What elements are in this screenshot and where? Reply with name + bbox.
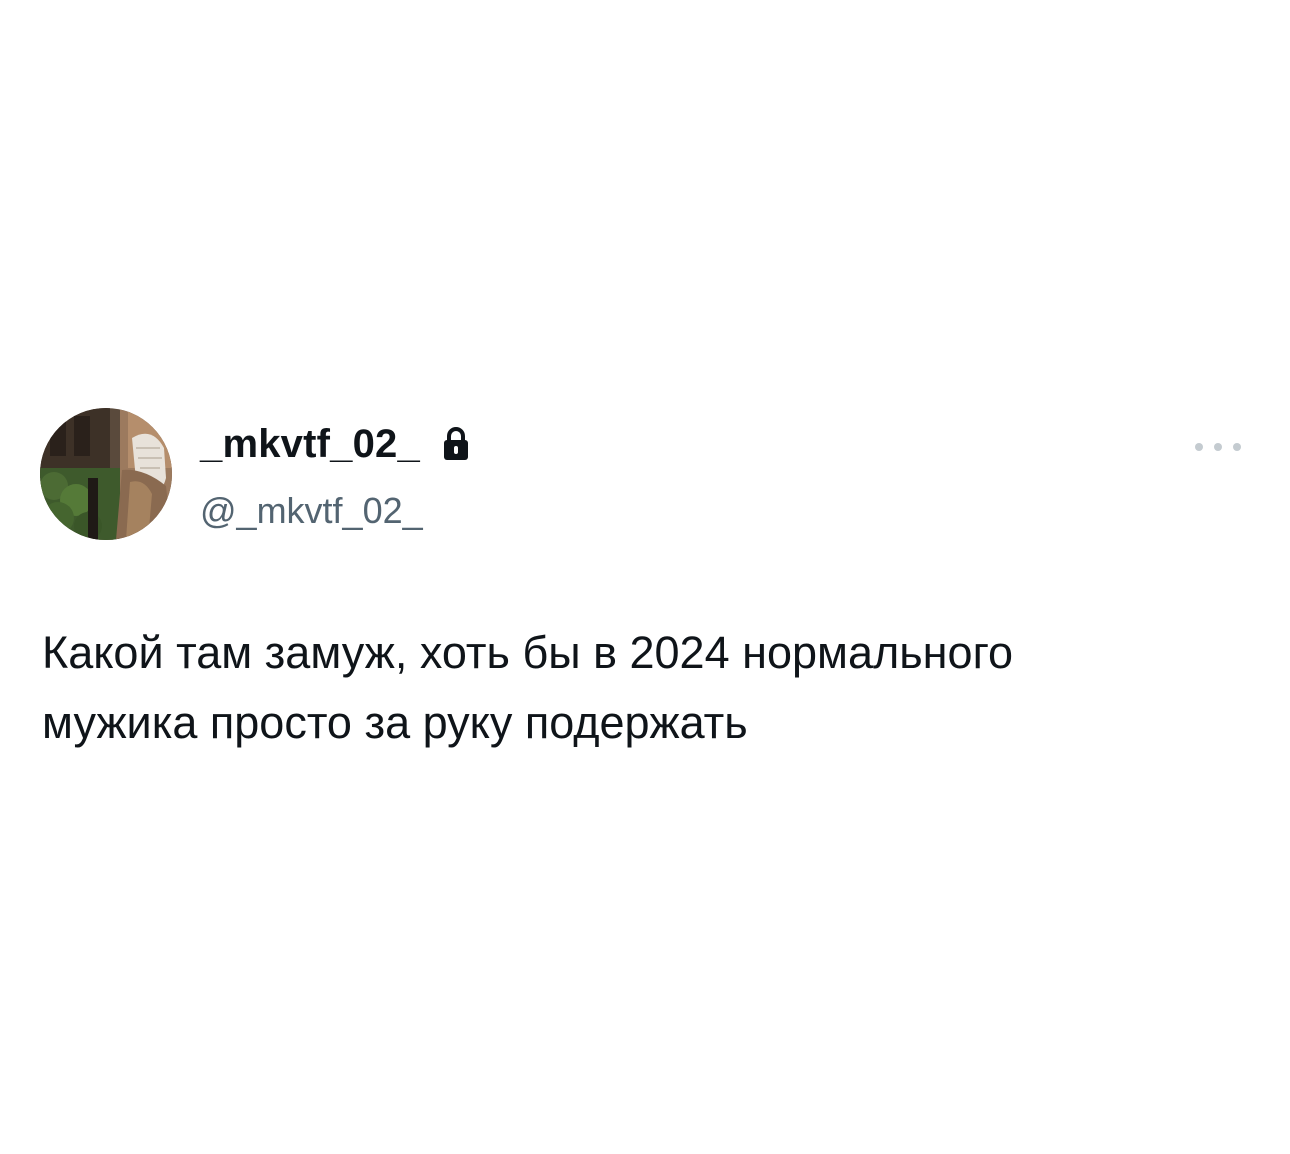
display-name-row: _mkvtf_02_	[200, 420, 470, 468]
avatar-photo-icon	[40, 408, 172, 540]
handle[interactable]: @_mkvtf_02_	[200, 490, 423, 532]
more-horizontal-icon	[1195, 443, 1241, 451]
more-button[interactable]	[1188, 432, 1248, 462]
tweet-text: Какой там замуж, хоть бы в 2024 нормальн…	[42, 627, 1014, 748]
avatar[interactable]	[40, 408, 172, 540]
tweet: _mkvtf_02_ @_mkvtf_02_ Какой там замуж, …	[0, 0, 1290, 1154]
lock-icon	[442, 427, 470, 461]
display-name[interactable]: _mkvtf_02_	[200, 422, 420, 467]
